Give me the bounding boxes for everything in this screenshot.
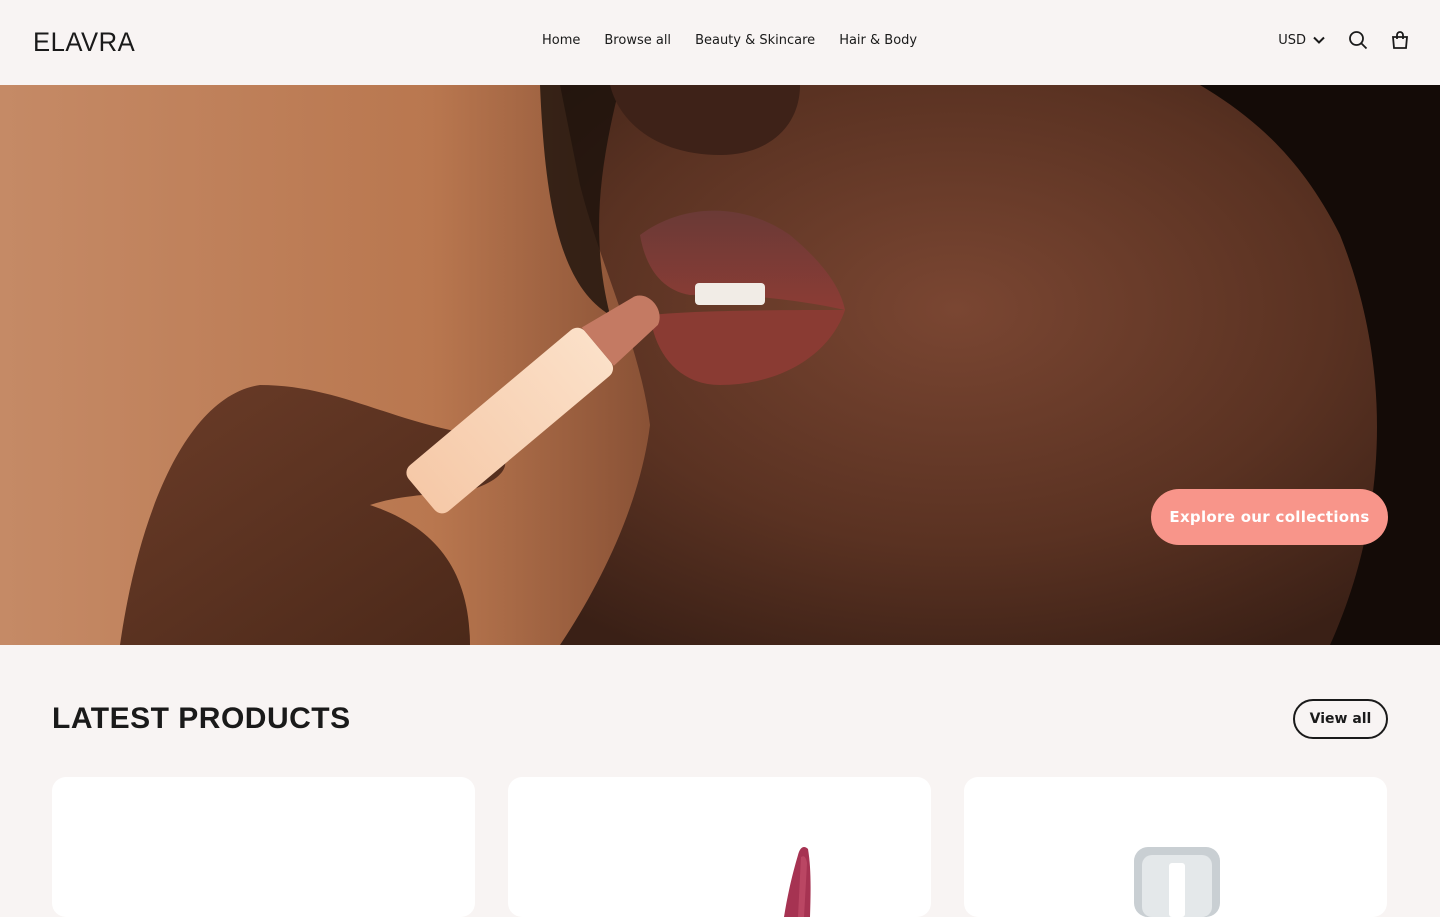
- main-nav: Home Browse all Beauty & Skincare Hair &…: [542, 33, 917, 48]
- section-title: LATEST PRODUCTS: [52, 702, 351, 735]
- nav-beauty-skincare[interactable]: Beauty & Skincare: [695, 33, 815, 48]
- currency-selector[interactable]: USD: [1278, 33, 1326, 48]
- hero-image: [120, 85, 1440, 645]
- hero-banner: Explore our collections: [0, 85, 1440, 645]
- chevron-down-icon: [1312, 33, 1326, 47]
- view-all-button[interactable]: View all: [1293, 699, 1388, 739]
- product-card[interactable]: [964, 777, 1387, 917]
- site-header: ELAVRA Home Browse all Beauty & Skincare…: [0, 0, 1440, 85]
- search-icon[interactable]: [1348, 30, 1368, 50]
- nav-hair-body[interactable]: Hair & Body: [839, 33, 917, 48]
- product-card[interactable]: [52, 777, 475, 917]
- product-card[interactable]: [508, 777, 931, 917]
- product-grid: [52, 777, 1387, 917]
- lipstick-product-image: [784, 847, 811, 917]
- shopping-bag-icon[interactable]: [1390, 30, 1410, 50]
- logo[interactable]: ELAVRA: [33, 27, 135, 58]
- header-utilities: USD: [1278, 30, 1410, 50]
- nav-home[interactable]: Home: [542, 33, 580, 48]
- bottle-product-image: [1134, 847, 1220, 917]
- explore-collections-button[interactable]: Explore our collections: [1151, 489, 1388, 545]
- currency-label: USD: [1278, 32, 1306, 48]
- nav-browse-all[interactable]: Browse all: [604, 33, 671, 48]
